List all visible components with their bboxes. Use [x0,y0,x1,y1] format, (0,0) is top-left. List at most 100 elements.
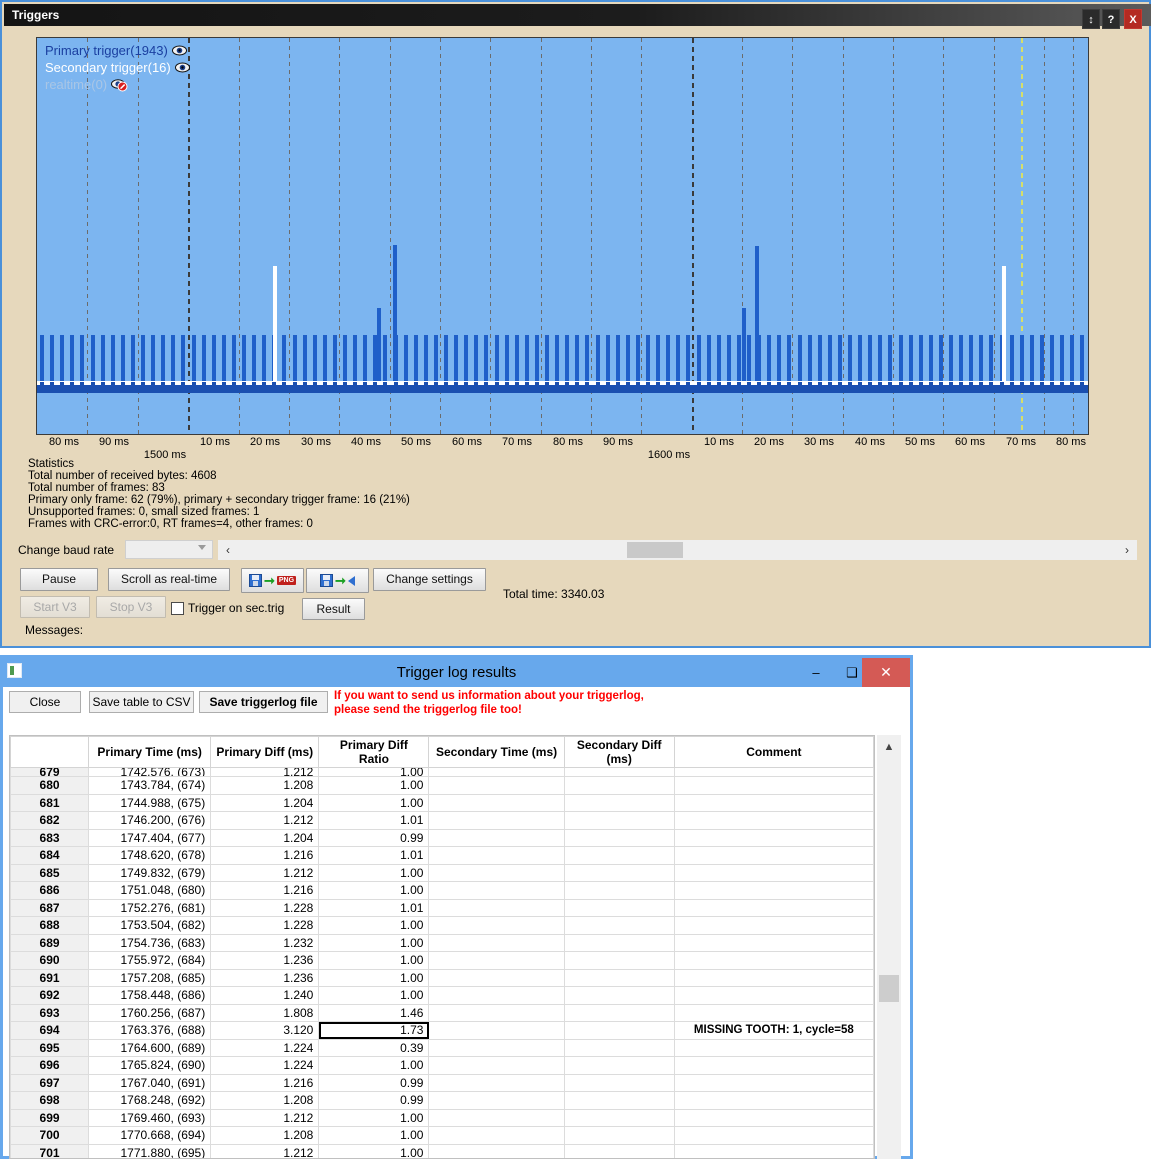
table-cell[interactable]: 701 [10,1143,90,1158]
table-cell[interactable]: 1.232 [210,933,320,952]
table-cell[interactable]: 1.00 [318,793,430,812]
table-cell[interactable] [563,986,675,1005]
table-column-header[interactable]: Primary Diff Ratio [318,736,430,768]
table-cell[interactable]: 1.00 [318,933,430,952]
table-cell[interactable]: 1.00 [318,863,430,882]
result-button[interactable]: Result [302,598,365,620]
table-cell[interactable] [428,1021,565,1040]
table-row[interactable]: 691 1757.208, (685) 1.236 1.00 [10,968,874,987]
table-cell[interactable] [673,881,874,900]
table-cell[interactable]: 1760.256, (687) [88,1003,212,1022]
table-cell[interactable]: 1.00 [318,767,430,777]
table-cell[interactable] [673,1003,874,1022]
table-cell[interactable]: 0.99 [318,1073,430,1092]
table-cell[interactable]: 1752.276, (681) [88,898,212,917]
chart-horizontal-scrollbar[interactable]: ‹ › [218,540,1137,560]
table-cell[interactable]: 686 [10,881,90,900]
table-cell[interactable] [563,811,675,830]
table-row[interactable]: 701 1771.880, (695) 1.212 1.00 [10,1143,874,1158]
scrollbar-thumb[interactable] [879,975,899,1002]
table-row[interactable]: 697 1767.040, (691) 1.216 0.99 [10,1073,874,1092]
table-row[interactable]: 681 1744.988, (675) 1.204 1.00 [10,793,874,812]
table-row[interactable]: 684 1748.620, (678) 1.216 1.01 [10,846,874,865]
table-cell[interactable]: 1751.048, (680) [88,881,212,900]
pause-button[interactable]: Pause [20,568,98,591]
scrollbar-thumb[interactable] [627,542,683,558]
table-cell[interactable] [563,898,675,917]
table-cell[interactable]: 1.236 [210,951,320,970]
table-column-header[interactable] [10,736,90,768]
table-cell[interactable]: 679 [10,767,90,777]
trigger-chart[interactable]: Primary trigger(1943) Secondary trigger(… [36,37,1089,435]
eye-icon[interactable] [171,45,187,56]
table-cell[interactable] [673,1143,874,1158]
save-table-to-csv-button[interactable]: Save table to CSV [89,691,194,713]
baud-rate-select[interactable] [125,540,213,559]
table-cell[interactable] [563,933,675,952]
table-cell[interactable]: 1.46 [318,1003,430,1022]
table-cell[interactable] [673,898,874,917]
table-column-header[interactable]: Comment [673,736,874,768]
legend-item-secondary[interactable]: Secondary trigger(16) [45,59,190,76]
table-cell[interactable]: 695 [10,1038,90,1057]
resize-icon[interactable]: ↕ [1082,9,1100,29]
table-cell[interactable]: 698 [10,1091,90,1110]
save-sound-button[interactable]: ➞ [306,568,369,593]
table-cell[interactable]: 1.01 [318,811,430,830]
table-cell[interactable]: 1747.404, (677) [88,828,212,847]
table-row[interactable]: 682 1746.200, (676) 1.212 1.01 [10,811,874,830]
table-cell[interactable] [563,968,675,987]
table-cell[interactable]: 1758.448, (686) [88,986,212,1005]
table-row[interactable]: 699 1769.460, (693) 1.212 1.00 [10,1108,874,1127]
table-cell[interactable]: 1742.576, (673) [88,767,212,777]
table-cell[interactable] [428,916,565,935]
table-cell[interactable]: 1.224 [210,1056,320,1075]
table-cell[interactable]: 0.99 [318,1091,430,1110]
table-cell[interactable]: 1.240 [210,986,320,1005]
table-cell[interactable]: 1769.460, (693) [88,1108,212,1127]
table-cell[interactable] [673,1126,874,1145]
table-cell[interactable] [563,793,675,812]
table-cell[interactable]: 1.212 [210,767,320,777]
table-cell[interactable]: 1.808 [210,1003,320,1022]
table-cell[interactable] [673,776,874,795]
table-row[interactable]: 700 1770.668, (694) 1.208 1.00 [10,1126,874,1145]
table-cell[interactable]: 1.208 [210,1091,320,1110]
table-cell[interactable]: 1743.784, (674) [88,776,212,795]
table-cell[interactable] [428,1091,565,1110]
table-cell[interactable] [428,767,565,777]
table-cell[interactable]: 3.120 [210,1021,320,1040]
table-cell[interactable] [428,1038,565,1057]
table-cell[interactable]: 693 [10,1003,90,1022]
table-cell[interactable]: 1770.668, (694) [88,1126,212,1145]
scroll-as-realtime-button[interactable]: Scroll as real-time [108,568,230,591]
table-row[interactable]: 687 1752.276, (681) 1.228 1.01 [10,898,874,917]
table-cell[interactable]: 680 [10,776,90,795]
table-cell[interactable]: 1.208 [210,776,320,795]
table-cell[interactable]: 1.00 [318,1108,430,1127]
table-cell[interactable] [428,968,565,987]
table-cell[interactable] [563,1126,675,1145]
table-cell[interactable] [428,898,565,917]
table-cell[interactable]: 1.00 [318,1143,430,1158]
table-cell[interactable]: 1755.972, (684) [88,951,212,970]
table-cell[interactable] [673,1091,874,1110]
table-cell[interactable] [673,846,874,865]
table-cell[interactable] [563,828,675,847]
table-cell[interactable]: 1.216 [210,1073,320,1092]
table-cell[interactable] [428,793,565,812]
table-cell[interactable]: 1.00 [318,968,430,987]
table-cell[interactable] [428,828,565,847]
table-cell[interactable] [563,916,675,935]
table-cell[interactable] [428,776,565,795]
table-cell[interactable] [563,863,675,882]
table-cell[interactable]: 1746.200, (676) [88,811,212,830]
table-cell[interactable] [673,863,874,882]
table-cell[interactable] [428,811,565,830]
table-cell[interactable]: 1764.600, (689) [88,1038,212,1057]
save-png-button[interactable]: ➞ PNG [241,568,304,593]
table-cell[interactable]: 681 [10,793,90,812]
help-button[interactable]: ? [1102,9,1120,29]
table-cell[interactable]: 1.00 [318,1056,430,1075]
table-cell[interactable]: 0.39 [318,1038,430,1057]
